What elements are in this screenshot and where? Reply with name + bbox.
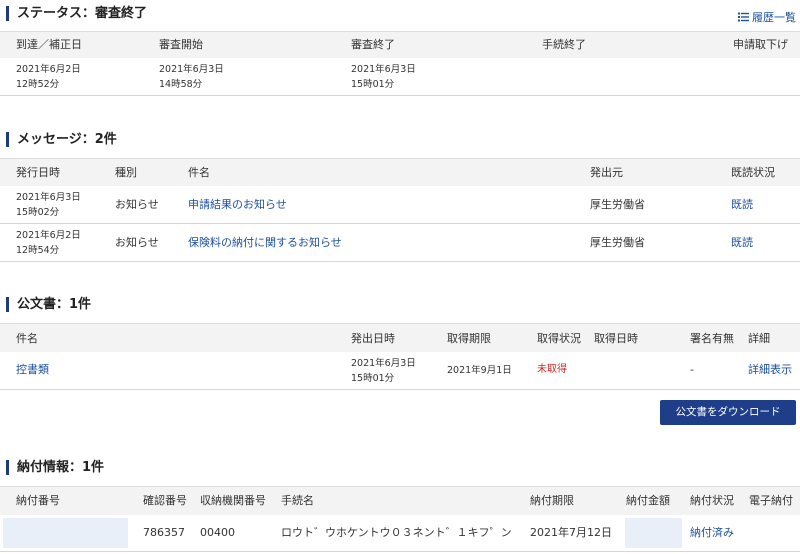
message-time: 12時54分 [16, 245, 60, 256]
col-procedure: 手続名 [281, 494, 314, 507]
col-confirm-no: 確認番号 [143, 494, 187, 507]
documents-header-row: 件名 発出日時 取得期限 取得状況 取得日時 署名有無 詳細 [0, 323, 800, 352]
col-sender: 発出元 [590, 166, 623, 179]
history-list-link[interactable]: 履歴一覧 [738, 9, 796, 25]
col-withdrawal: 申請取下げ [733, 38, 788, 51]
message-row: 2021年6月3日 15時02分 お知らせ 申請結果のお知らせ 厚生労働省 既読 [0, 186, 800, 224]
col-doc-signature: 署名有無 [690, 332, 734, 345]
download-document-button[interactable]: 公文書をダウンロード [660, 400, 796, 425]
payment-deadline: 2021年7月12日 [530, 526, 612, 539]
message-date: 2021年6月3日 [16, 192, 81, 203]
payment-header-row: 納付番号 確認番号 収納機関番号 手続名 納付期限 納付金額 納付状況 電子納付 [0, 486, 800, 515]
col-doc-status: 取得状況 [537, 332, 581, 345]
message-time: 15時02分 [16, 207, 60, 218]
message-type: お知らせ [115, 236, 159, 249]
col-read-status: 既読状況 [731, 166, 775, 179]
col-doc-name: 件名 [16, 332, 38, 345]
confirm-no: 786357 [143, 526, 185, 539]
payment-status-link[interactable]: 納付済み [690, 526, 734, 540]
history-list-label: 履歴一覧 [752, 11, 796, 24]
col-doc-obtained: 取得日時 [594, 332, 638, 345]
col-doc-deadline: 取得期限 [447, 332, 491, 345]
message-subject-link[interactable]: 保険料の納付に関するお知らせ [188, 236, 342, 250]
message-read-link[interactable]: 既読 [731, 236, 753, 250]
documents-section-title: 公文書：1件 [6, 297, 91, 312]
col-pay-amount: 納付金額 [626, 494, 670, 507]
document-name-link[interactable]: 控書類 [16, 363, 49, 377]
arrival-time: 12時52分 [16, 79, 60, 90]
payment-amount-field [625, 518, 682, 548]
col-review-end: 審査終了 [351, 38, 395, 51]
document-issued-time: 15時01分 [351, 373, 395, 384]
document-row: 控書類 2021年6月3日 15時01分 2021年9月1日 未取得 - 詳細表… [0, 352, 800, 390]
message-row: 2021年6月2日 12時54分 お知らせ 保険料の納付に関するお知らせ 厚生労… [0, 224, 800, 262]
messages-section-title: メッセージ：2件 [6, 132, 117, 147]
status-row: 2021年6月2日 12時52分 2021年6月3日 14時58分 2021年6… [0, 58, 800, 96]
col-review-start: 審査開始 [159, 38, 203, 51]
document-status-badge: 未取得 [537, 364, 567, 375]
message-sender: 厚生労働省 [590, 198, 645, 211]
message-date: 2021年6月2日 [16, 230, 81, 241]
document-deadline: 2021年9月1日 [447, 365, 512, 376]
col-issued: 発行日時 [16, 166, 60, 179]
message-type: お知らせ [115, 198, 159, 211]
agency-no: 00400 [200, 526, 235, 539]
col-doc-issued: 発出日時 [351, 332, 395, 345]
arrival-date: 2021年6月2日 [16, 64, 81, 75]
payment-section-title: 納付情報：1件 [6, 460, 104, 475]
status-header-row: 到達／補正日 審査開始 審査終了 手続終了 申請取下げ [0, 31, 800, 58]
message-subject-link[interactable]: 申請結果のお知らせ [188, 198, 287, 212]
col-pay-deadline: 納付期限 [530, 494, 574, 507]
procedure-name: ロウト゛ウホケントウ０３ネント゛１キフ゜ン [281, 526, 512, 539]
review-start-date: 2021年6月3日 [159, 64, 224, 75]
document-issued-date: 2021年6月3日 [351, 358, 416, 369]
messages-header-row: 発行日時 種別 件名 発出元 既読状況 [0, 158, 800, 186]
col-procedure-end: 手続終了 [542, 38, 586, 51]
col-e-payment: 電子納付 [749, 494, 793, 507]
col-agency-no: 収納機関番号 [200, 494, 266, 507]
status-section-title: ステータス：審査終了 [6, 6, 147, 21]
document-detail-link[interactable]: 詳細表示 [748, 363, 792, 377]
message-sender: 厚生労働省 [590, 236, 645, 249]
col-subject: 件名 [188, 166, 210, 179]
review-end-date: 2021年6月3日 [351, 64, 416, 75]
review-start-time: 14時58分 [159, 79, 203, 90]
message-read-link[interactable]: 既読 [731, 198, 753, 212]
review-end-time: 15時01分 [351, 79, 395, 90]
document-signature: - [690, 363, 694, 376]
payment-row: 786357 00400 ロウト゛ウホケントウ０３ネント゛１キフ゜ン 2021年… [0, 515, 800, 552]
col-pay-status: 納付状況 [690, 494, 734, 507]
col-type: 種別 [115, 166, 137, 179]
col-arrival: 到達／補正日 [16, 38, 82, 51]
list-icon [738, 12, 749, 22]
col-payment-no: 納付番号 [16, 494, 60, 507]
payment-no-field [3, 518, 128, 548]
col-doc-detail: 詳細 [748, 332, 770, 345]
